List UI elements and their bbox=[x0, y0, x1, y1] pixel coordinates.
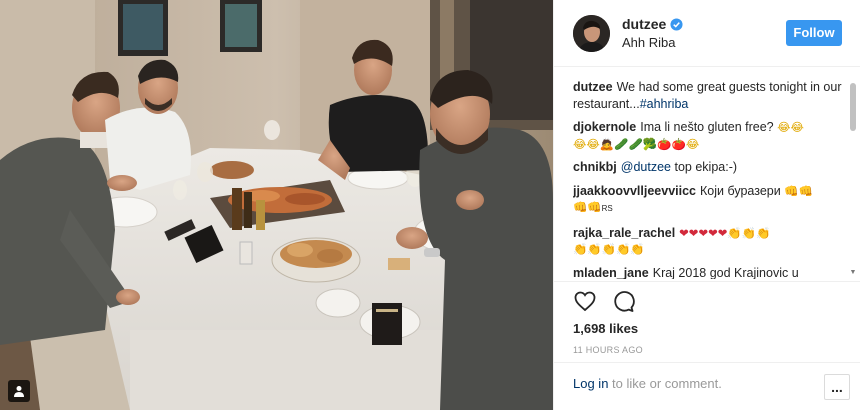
caption: dutzee We had some great guests tonight i… bbox=[573, 79, 849, 112]
emoji-tomato: 🍅🍅 bbox=[657, 136, 686, 151]
post-header: dutzee Ahh Riba Follow bbox=[554, 0, 860, 67]
scroll-thumb[interactable] bbox=[850, 83, 856, 131]
comment-item: djokernole Ima li nešto gluten free? 😂😂 😂… bbox=[573, 119, 849, 152]
comment-username[interactable]: djokernole bbox=[573, 120, 636, 134]
emoji-fist: 👊👊 bbox=[573, 200, 602, 214]
avatar[interactable] bbox=[573, 14, 610, 52]
comment-item: jjaakkoovvlljeevviicc Који буразери 👊👊 👊👊… bbox=[573, 183, 849, 218]
instagram-post: dutzee Ahh Riba Follow dutzee We had some… bbox=[0, 0, 860, 410]
likes-count[interactable]: 1,698 likes bbox=[573, 321, 638, 336]
login-prompt-text: to like or comment. bbox=[612, 376, 722, 391]
action-bar bbox=[573, 289, 635, 313]
emoji-joy: 😂 bbox=[685, 136, 700, 151]
emoji-heart: ❤❤❤❤❤ bbox=[679, 225, 728, 240]
hashtag-link[interactable]: #ahhriba bbox=[640, 97, 689, 111]
verified-badge-icon bbox=[670, 17, 683, 31]
emoji-fist: 👊👊 bbox=[784, 183, 813, 198]
post-side-panel: dutzee Ahh Riba Follow dutzee We had some… bbox=[553, 0, 860, 410]
emoji-joy: 😂😂 bbox=[777, 120, 804, 134]
comment-username[interactable]: chnikbj bbox=[573, 160, 617, 174]
tagged-users-button[interactable] bbox=[8, 380, 30, 402]
login-prompt: Log in to like or comment. bbox=[573, 376, 722, 391]
caption-text: We had some great guests tonight in our … bbox=[573, 80, 842, 111]
scroll-down-arrow[interactable]: ▼ bbox=[849, 269, 857, 277]
comment-icon[interactable] bbox=[611, 289, 635, 313]
comment-item: rajka_rale_rachel ❤❤❤❤❤👏👏👏 👏👏👏👏👏 bbox=[573, 225, 849, 258]
more-options-button[interactable]: ... bbox=[824, 374, 850, 400]
comment-item: chnikbj @dutzee top ekipa:-) bbox=[573, 159, 849, 176]
emoji-clap: 👏👏👏👏👏 bbox=[573, 242, 645, 256]
comment-text: Ima li nešto gluten free? bbox=[640, 120, 774, 134]
emoji-vegetable: 🥒🥒🥦 bbox=[614, 136, 658, 151]
follow-button[interactable]: Follow bbox=[786, 20, 842, 46]
heart-icon[interactable] bbox=[573, 289, 597, 313]
emoji-person: 🙇 bbox=[599, 136, 615, 151]
comments-list[interactable]: dutzee We had some great guests tonight i… bbox=[573, 79, 849, 279]
comment-item: mladen_jane Kraj 2018 god Krajinovic u bbox=[573, 265, 849, 280]
comment-text: Kraj 2018 god Krajinovic u bbox=[652, 265, 799, 280]
comment-username[interactable]: mladen_jane bbox=[573, 266, 649, 280]
login-link[interactable]: Log in bbox=[573, 376, 608, 391]
flag-rs: RS bbox=[601, 204, 613, 213]
emoji-joy: 😂😂 bbox=[573, 136, 600, 151]
user-tag-icon bbox=[14, 386, 24, 397]
post-photo[interactable] bbox=[0, 0, 553, 410]
login-divider bbox=[554, 362, 860, 363]
actions-divider bbox=[554, 281, 860, 282]
comment-username[interactable]: jjaakkoovvlljeevviicc bbox=[573, 184, 696, 198]
avatar-image bbox=[573, 14, 610, 52]
comment-username[interactable]: rajka_rale_rachel bbox=[573, 226, 675, 240]
post-timestamp[interactable]: 11 HOURS AGO bbox=[573, 345, 643, 355]
restaurant-photo bbox=[0, 0, 553, 410]
username-row: dutzee bbox=[622, 16, 786, 32]
mention-link[interactable]: @dutzee bbox=[621, 160, 671, 174]
emoji-clap: 👏👏👏 bbox=[727, 225, 771, 240]
location-link[interactable]: Ahh Riba bbox=[622, 35, 786, 50]
header-text: dutzee Ahh Riba bbox=[622, 16, 786, 50]
comments-scrollbar[interactable]: ▼ bbox=[849, 83, 857, 277]
username-link[interactable]: dutzee bbox=[622, 16, 666, 32]
comment-text: top ekipa:-) bbox=[674, 160, 738, 174]
caption-username[interactable]: dutzee bbox=[573, 80, 613, 94]
comment-text: Који буразери bbox=[700, 183, 781, 198]
